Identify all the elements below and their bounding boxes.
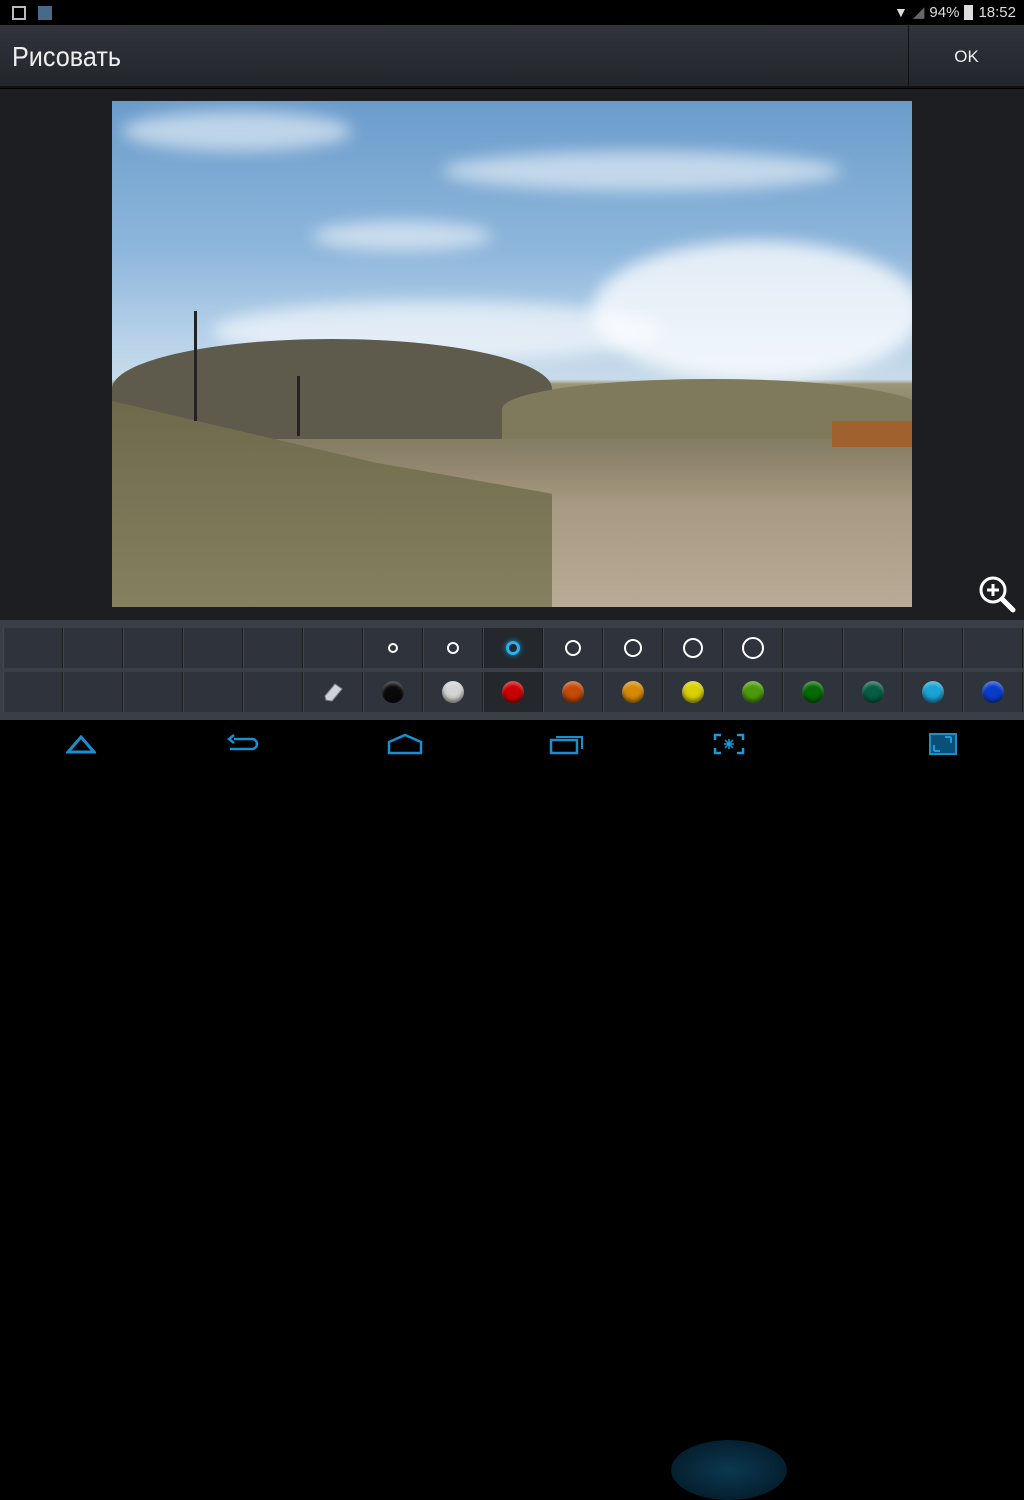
brush-size-ring-icon — [565, 640, 581, 656]
brush-size-ring-icon — [683, 638, 703, 658]
page-title: Рисовать — [12, 41, 122, 72]
back-button[interactable] — [193, 720, 293, 768]
brush-size-ring-icon — [388, 643, 398, 653]
color-dot — [682, 681, 704, 703]
eraser-icon — [324, 683, 343, 702]
color-dot — [562, 681, 584, 703]
color-dot — [922, 681, 944, 703]
brush-size-ring-icon — [447, 642, 459, 654]
empty-cell — [3, 672, 63, 712]
color-dot — [382, 681, 404, 703]
zoom-in-icon[interactable] — [976, 573, 1018, 615]
battery-icon — [964, 4, 974, 20]
battery-percent: 94% — [929, 3, 960, 21]
empty-cell — [783, 628, 843, 668]
brush-size-option[interactable] — [363, 628, 423, 668]
color-swatch-lime[interactable] — [723, 672, 783, 712]
empty-cell — [123, 628, 183, 668]
brush-size-option[interactable] — [603, 628, 663, 668]
brush-size-option[interactable] — [723, 628, 783, 668]
clock: 18:52 — [978, 3, 1016, 21]
empty-cell — [183, 672, 243, 712]
brush-size-option[interactable] — [543, 628, 603, 668]
screen-capture-icon — [713, 733, 745, 755]
empty-cell — [63, 628, 123, 668]
drawing-canvas-photo[interactable] — [112, 101, 912, 607]
brush-size-ring-icon — [624, 639, 642, 657]
home-icon — [387, 733, 423, 755]
signal-icon: ◢ — [912, 4, 925, 21]
empty-cell — [243, 628, 303, 668]
color-swatch-amber[interactable] — [603, 672, 663, 712]
color-dot — [622, 681, 644, 703]
brush-size-row — [3, 628, 1023, 668]
nav-up-button[interactable] — [31, 720, 131, 768]
color-swatch-green[interactable] — [783, 672, 843, 712]
brush-size-option[interactable] — [483, 628, 543, 668]
color-swatch-sky[interactable] — [903, 672, 963, 712]
empty-cell — [183, 628, 243, 668]
recent-apps-button[interactable] — [517, 720, 617, 768]
brush-size-option[interactable] — [663, 628, 723, 668]
canvas-area — [0, 89, 1024, 620]
empty-cell — [3, 628, 63, 668]
color-dot — [502, 681, 524, 703]
empty-cell — [123, 672, 183, 712]
color-swatch-teal[interactable] — [843, 672, 903, 712]
empty-cell — [843, 628, 903, 668]
brush-size-ring-icon — [742, 637, 764, 659]
color-dot — [982, 681, 1004, 703]
empty-cell — [303, 628, 363, 668]
multi-window-icon — [929, 733, 957, 755]
back-icon — [226, 734, 259, 751]
app-notification-icon — [38, 6, 52, 20]
up-icon — [66, 734, 96, 754]
color-dot — [862, 681, 884, 703]
color-swatch-red[interactable] — [483, 672, 543, 712]
color-row — [3, 672, 1023, 712]
color-swatch-white[interactable] — [423, 672, 483, 712]
empty-cell — [243, 672, 303, 712]
empty-cell — [63, 672, 123, 712]
color-dot — [742, 681, 764, 703]
drawing-palette — [0, 620, 1024, 720]
brush-size-option[interactable] — [423, 628, 483, 668]
screenshot-button[interactable] — [679, 720, 779, 768]
eraser-button[interactable] — [303, 672, 363, 712]
wifi-icon: ▼ — [894, 4, 908, 20]
color-dot — [802, 681, 824, 703]
empty-cell — [903, 628, 963, 668]
empty-cell — [963, 628, 1023, 668]
brush-size-ring-icon — [506, 641, 520, 655]
navigation-bar — [0, 720, 1024, 1500]
color-swatch-yellow[interactable] — [663, 672, 723, 712]
color-swatch-blue[interactable] — [963, 672, 1023, 712]
home-button[interactable] — [355, 720, 455, 768]
recent-apps-icon — [549, 736, 583, 755]
color-dot — [442, 681, 464, 703]
ok-button[interactable]: OK — [908, 25, 1024, 88]
color-swatch-orange[interactable] — [543, 672, 603, 712]
action-bar: Рисовать OK — [0, 25, 1024, 88]
status-bar: ▼ ◢ 94% 18:52 — [0, 0, 1024, 25]
multi-window-button[interactable] — [893, 720, 993, 768]
color-swatch-black[interactable] — [363, 672, 423, 712]
gallery-notification-icon — [12, 6, 26, 20]
